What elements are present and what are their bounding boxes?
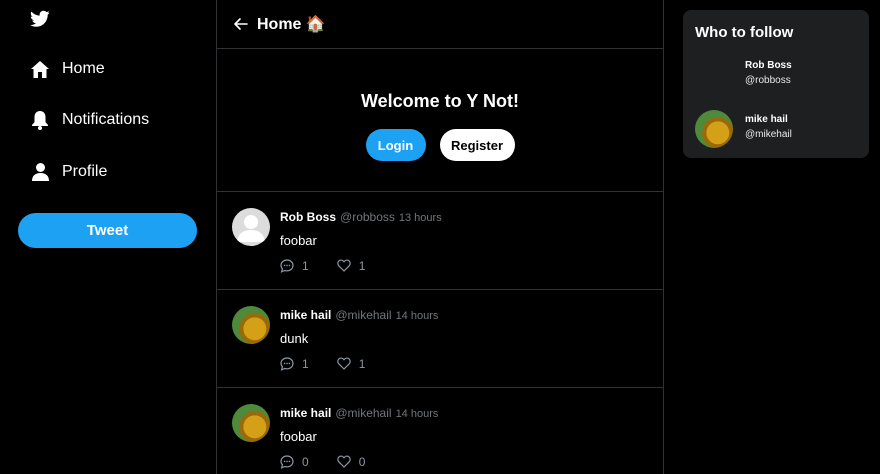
follow-suggestion[interactable]: mike hail @mikehail	[695, 110, 865, 150]
tweet-timestamp: 14 hours	[395, 310, 439, 322]
default-avatar[interactable]	[232, 208, 270, 246]
tweet-meta: mike hail @mikehail 14 hours	[280, 406, 438, 420]
follow-suggestion[interactable]: Rob Boss @robboss	[695, 56, 865, 96]
tweet-meta: mike hail @mikehail 14 hours	[280, 308, 438, 322]
bell-icon	[30, 110, 50, 130]
tweet-timestamp: 13 hours	[398, 212, 442, 224]
tweet-item[interactable]: mike hail @mikehail 14 hours foobar 0 0	[217, 388, 663, 474]
like-count: 1	[358, 357, 366, 371]
tweet-text: foobar	[280, 429, 317, 444]
welcome-heading: Welcome to Y Not!	[360, 91, 520, 111]
tweet-button[interactable]: Tweet	[18, 213, 197, 248]
nav-label-home: Home	[62, 60, 105, 77]
blank-avatar[interactable]	[695, 56, 733, 94]
tweet-text: foobar	[280, 233, 317, 248]
photo-avatar[interactable]	[232, 306, 270, 344]
like-count: 0	[358, 455, 366, 469]
tweet-author-handle[interactable]: @mikehail	[335, 406, 391, 420]
auth-buttons: Login Register	[217, 129, 663, 161]
reply-count: 1	[302, 259, 309, 273]
who-to-follow-panel: Who to follow Rob Boss @robboss mike hai…	[683, 10, 869, 158]
who-to-follow-title: Who to follow	[695, 24, 794, 41]
comment-icon	[280, 357, 294, 371]
back-arrow-icon[interactable]	[233, 16, 249, 32]
photo-avatar[interactable]	[232, 404, 270, 442]
nav-label-notifications: Notifications	[62, 111, 150, 128]
nav-item-notifications[interactable]: Notifications	[30, 108, 149, 132]
reply-button[interactable]: 1	[280, 357, 309, 371]
follow-handle: @robboss	[745, 75, 791, 86]
like-button[interactable]: 0	[336, 455, 366, 469]
tweet-author-name[interactable]: mike hail	[280, 308, 331, 322]
reply-button[interactable]: 0	[280, 455, 309, 469]
main-feed: Home 🏠 Welcome to Y Not! Login Register …	[216, 0, 664, 474]
comment-icon	[280, 455, 294, 469]
tweet-actions: 0 0	[280, 455, 365, 469]
tweet-author-handle[interactable]: @mikehail	[335, 308, 391, 322]
tweet-actions: 1 1	[280, 259, 365, 273]
tweet-author-name[interactable]: mike hail	[280, 406, 331, 420]
page-title: Home 🏠	[257, 16, 326, 33]
heart-icon	[336, 455, 351, 469]
tweet-item[interactable]: mike hail @mikehail 14 hours dunk 1 1	[217, 290, 663, 388]
follow-handle: @mikehail	[745, 129, 792, 140]
like-button[interactable]: 1	[336, 357, 366, 371]
reply-button[interactable]: 1	[280, 259, 309, 273]
tweet-meta: Rob Boss @robboss 13 hours	[280, 210, 442, 224]
nav-label-profile: Profile	[62, 163, 108, 180]
follow-name[interactable]: mike hail	[745, 114, 788, 125]
register-button[interactable]: Register	[439, 129, 515, 161]
tweet-actions: 1 1	[280, 357, 365, 371]
login-button[interactable]: Login	[365, 129, 426, 161]
heart-icon	[336, 357, 351, 371]
photo-avatar[interactable]	[695, 110, 733, 148]
tweet-timestamp: 14 hours	[395, 408, 439, 420]
user-icon	[30, 162, 50, 182]
reply-count: 0	[302, 455, 309, 469]
welcome-card: Welcome to Y Not! Login Register	[217, 49, 663, 192]
heart-icon	[336, 259, 351, 273]
nav-item-home[interactable]: Home	[30, 57, 105, 81]
nav-item-profile[interactable]: Profile	[30, 160, 107, 184]
reply-count: 1	[302, 357, 309, 371]
like-button[interactable]: 1	[336, 259, 366, 273]
left-sidebar: Home Notifications Profile Tweet	[0, 0, 216, 474]
tweet-text: dunk	[280, 331, 309, 346]
tweet-author-name[interactable]: Rob Boss	[280, 210, 336, 224]
feed-header: Home 🏠	[217, 0, 663, 49]
tweet-author-handle[interactable]: @robboss	[340, 210, 395, 224]
comment-icon	[280, 259, 294, 273]
tweet-item[interactable]: Rob Boss @robboss 13 hours foobar 1 1	[217, 192, 663, 290]
home-icon	[30, 59, 50, 79]
twitter-bird-icon[interactable]	[30, 10, 50, 28]
like-count: 1	[358, 259, 366, 273]
follow-name[interactable]: Rob Boss	[745, 60, 792, 71]
